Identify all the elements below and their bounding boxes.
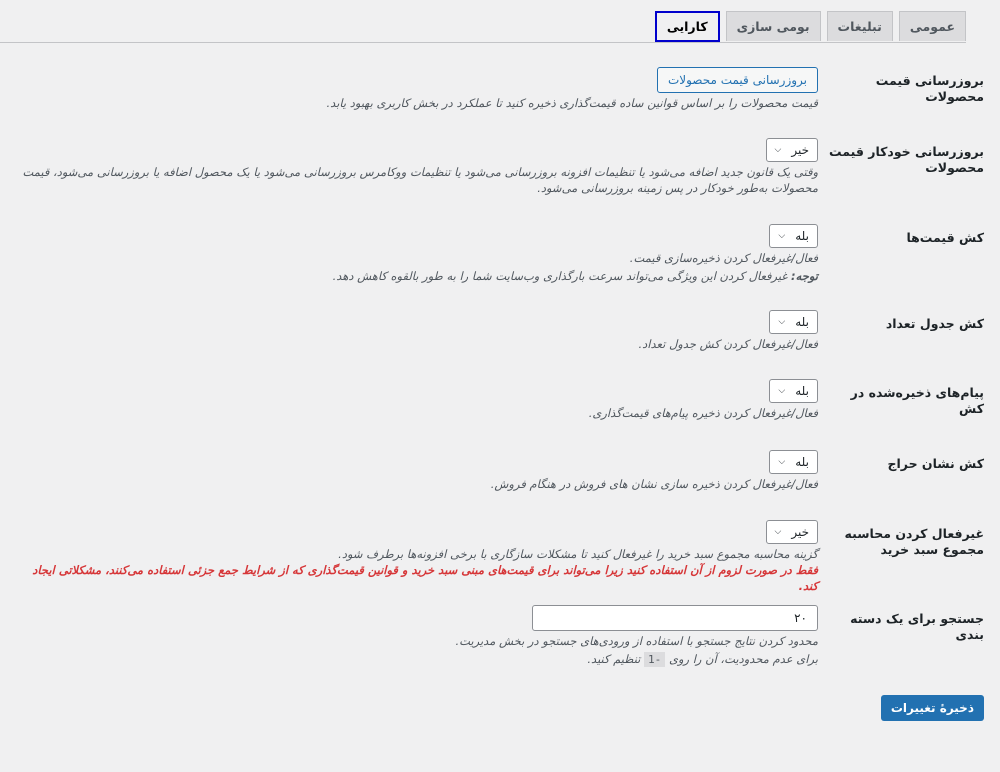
select-value: خیر [791,525,809,539]
chevron-down-icon: ⌵ [778,457,786,467]
select-value: بله [795,229,809,243]
setting-description: محدود کردن نتایج جستجو با استفاده از ورو… [455,634,818,648]
settings-tabs: عمومی تبلیغات بومی سازی کارایی [0,11,966,43]
messages-cache-select[interactable]: بله ⌵ [769,379,818,403]
note-label: توجه: [790,269,818,283]
setting-description: فعال/غیرفعال کردن ذخیره پیام‌های قیمت‌گذ… [588,406,818,420]
setting-messages-cache: پیام‌های ذخیره‌شده در کش بله ⌵ فعال/غیرف… [14,379,984,421]
select-value: بله [795,384,809,398]
note-text-b: تنظیم کنید. [587,652,645,666]
setting-label: بروزرسانی خودکار قیمت محصولات [829,144,984,175]
setting-disable-cart-total: غیرفعال کردن محاسبه مجموع سبد خرید خیر ⌵… [14,520,984,594]
setting-auto-update: بروزرسانی خودکار قیمت محصولات خیر ⌵ وقتی… [14,138,984,196]
chevron-down-icon: ⌵ [778,231,786,241]
setting-description: فعال/غیرفعال کردن ذخیره‌سازی قیمت. [629,251,818,265]
disable-cart-total-select[interactable]: خیر ⌵ [765,520,818,544]
setting-label: پیام‌های ذخیره‌شده در کش [850,385,984,416]
chevron-down-icon: ⌵ [774,527,782,537]
setting-note: برای عدم محدودیت، آن را روی -1 تنظیم کنی… [14,651,818,668]
setting-label: کش نشان حراج [887,456,985,471]
chevron-down-icon: ⌵ [774,145,782,155]
setting-description: قیمت محصولات را بر اساس قوانین ساده قیمت… [326,96,819,110]
setting-description: گزینه محاسبه مجموع سبد خرید را غیرفعال ک… [338,547,818,561]
setting-price-cache: کش قیمت‌ها بله ⌵ فعال/غیرفعال کردن ذخیره… [14,224,984,284]
note-text: غیرفعال کردن این ویژگی می‌تواند سرعت بار… [332,269,791,283]
tab-localization[interactable]: بومی سازی [725,11,821,41]
price-cache-select[interactable]: بله ⌵ [769,224,818,248]
setting-search-limit: جستجو برای یک دسته بندی ۲۰ محدود کردن نت… [14,605,984,668]
auto-update-select[interactable]: خیر ⌵ [765,138,818,162]
tab-general[interactable]: عمومی [898,11,966,41]
update-prices-button[interactable]: بروزرسانی قیمت محصولات [656,67,818,93]
select-value: بله [795,315,809,329]
save-changes-button[interactable]: ذخیرهٔ تغییرات [880,695,984,721]
tab-ads[interactable]: تبلیغات [826,11,893,41]
chevron-down-icon: ⌵ [778,317,786,327]
setting-description: فعال/غیرفعال کردن کش جدول تعداد. [638,337,818,351]
sale-badge-cache-select[interactable]: بله ⌵ [769,450,818,474]
setting-label: کش قیمت‌ها [906,230,984,245]
setting-sale-badge-cache: کش نشان حراج بله ⌵ فعال/غیرفعال کردن ذخی… [14,450,984,492]
setting-description: فعال/غیرفعال کردن ذخیره سازی نشان های فر… [490,477,818,491]
code-value: -1 [644,652,666,667]
select-value: بله [795,455,809,469]
note-text-a: برای عدم محدودیت، آن را روی [665,652,818,666]
setting-qty-table-cache: کش جدول تعداد بله ⌵ فعال/غیرفعال کردن کش… [14,310,984,352]
setting-note: توجه: غیرفعال کردن این ویژگی می‌تواند سر… [14,268,818,284]
select-value: خیر [791,143,809,157]
setting-label: بروزرسانی قیمت محصولات [875,73,984,104]
setting-label: کش جدول تعداد [885,316,984,331]
setting-label: غیرفعال کردن محاسبه مجموع سبد خرید [844,526,984,557]
setting-label: جستجو برای یک دسته بندی [850,611,984,642]
qty-table-cache-select[interactable]: بله ⌵ [769,310,818,334]
search-limit-input[interactable]: ۲۰ [532,605,818,631]
chevron-down-icon: ⌵ [778,386,786,396]
tab-performance[interactable]: کارایی [654,11,720,42]
setting-update-prices: بروزرسانی قیمت محصولات بروزرسانی قیمت مح… [14,67,984,111]
setting-description: وقتی یک قانون جدید اضافه می‌شود یا تنظیم… [22,165,818,195]
setting-warning: فقط در صورت لزوم از آن استفاده کنید زیرا… [32,563,818,593]
